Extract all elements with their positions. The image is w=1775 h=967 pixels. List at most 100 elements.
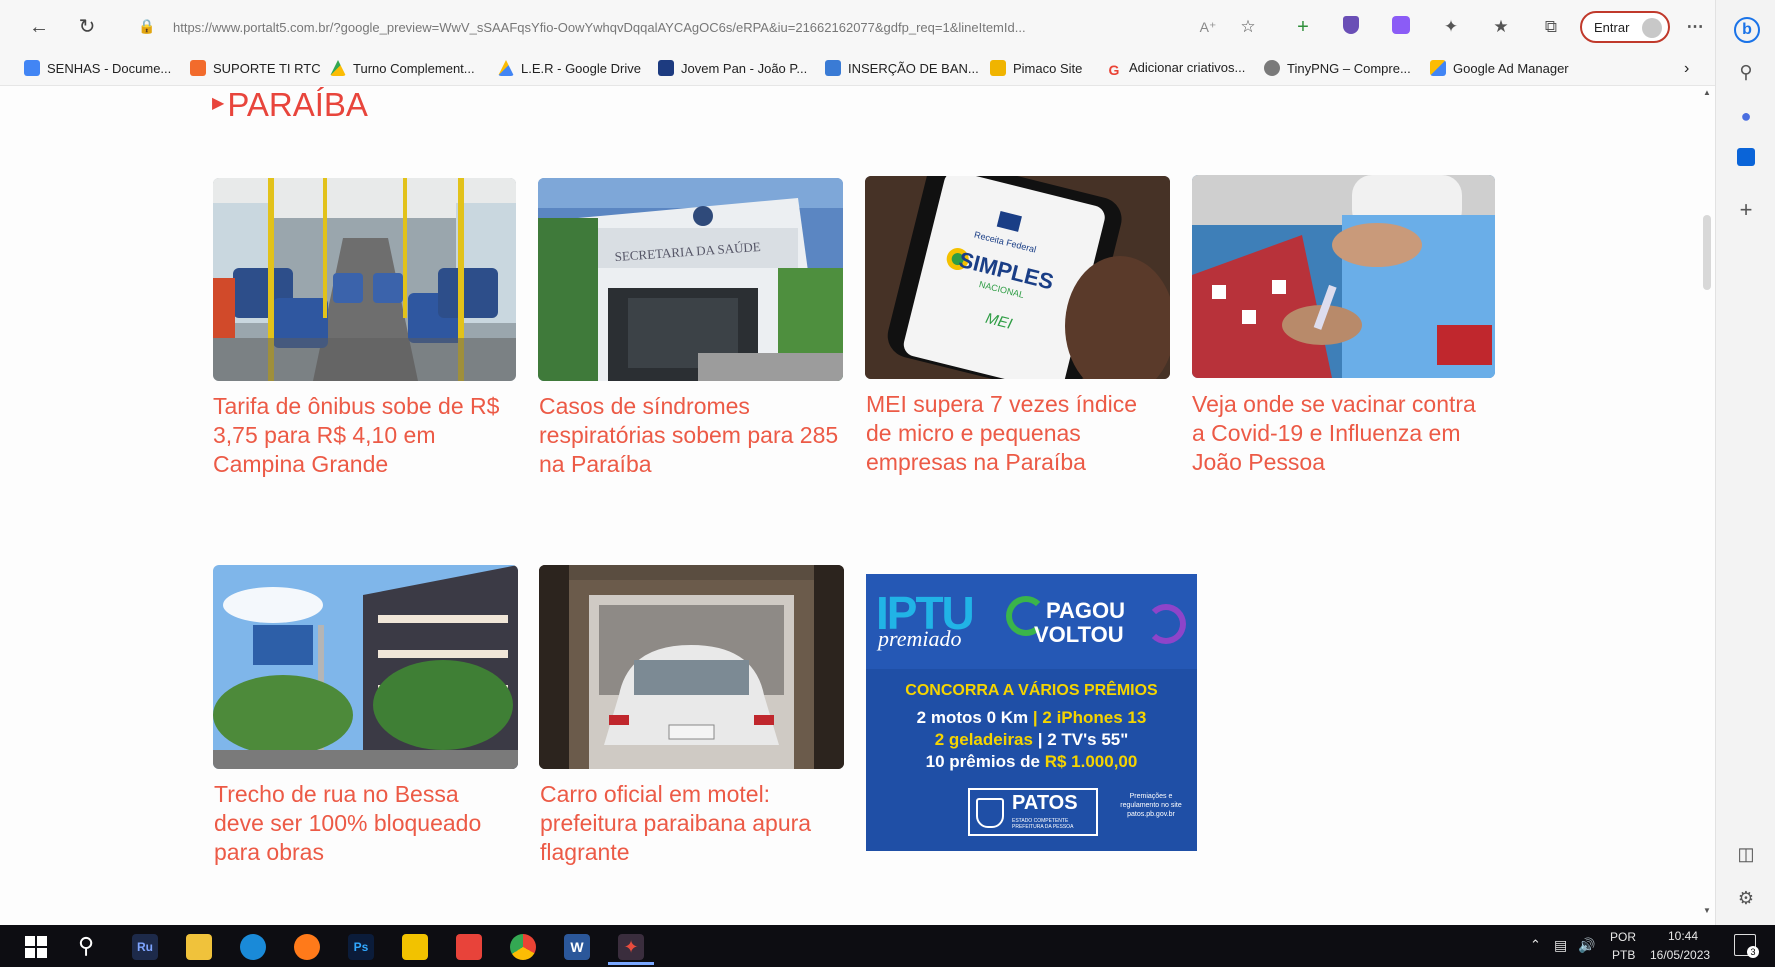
language-code[interactable]: POR (1610, 930, 1636, 944)
taskbar-search-icon[interactable]: ⚲ (78, 933, 94, 959)
edge-browser-icon[interactable] (240, 934, 266, 960)
bookmark-adicionar[interactable]: G Adicionar criativos... (1106, 60, 1246, 80)
purple-arrow-icon (1146, 604, 1186, 644)
ad-city-sub: ESTADO COMPETENTE PREFEITURA DA PESSOA (1012, 818, 1074, 830)
address-bar[interactable]: 🔒 https://www.portalt5.com.br/?google_pr… (128, 12, 1188, 42)
patos-crest-icon (976, 798, 1004, 828)
scrollbar-thumb[interactable] (1703, 215, 1711, 290)
bookmark-senhas[interactable]: SENHAS - Docume... (24, 60, 171, 80)
settings-gear-icon[interactable]: ⚙ (1734, 886, 1758, 910)
docs-icon (24, 60, 40, 76)
bookmark-jovem-pan[interactable]: Jovem Pan - João P... (658, 60, 807, 80)
search-icon[interactable]: ⚲ (1734, 60, 1758, 84)
add-sidebar-app-icon[interactable]: + (1734, 198, 1758, 222)
ad-prize-line-3: 10 prêmios de R$ 1.000,00 (925, 752, 1138, 771)
favorites-icon[interactable]: ★ (1490, 16, 1512, 38)
word-icon[interactable]: W (564, 934, 590, 960)
keyboard-layout[interactable]: PTB (1612, 948, 1635, 962)
more-menu-icon[interactable]: ⋯ (1684, 16, 1706, 38)
news-title-mei[interactable]: MEI supera 7 vezes índice de micro e peq… (866, 390, 1166, 477)
clock-time[interactable]: 10:44 (1668, 929, 1698, 943)
scroll-down-arrow-icon[interactable]: ▼ (1703, 906, 1711, 915)
add-favorite-icon[interactable]: ☆ (1237, 16, 1259, 38)
read-aloud-icon[interactable]: A⁺ (1197, 16, 1219, 38)
file-explorer-icon[interactable] (186, 934, 212, 960)
bookmark-suporte[interactable]: SUPORTE TI RTC (190, 60, 321, 80)
ad-pagou-text: PAGOU (1046, 598, 1126, 623)
show-hidden-icons-chevron-icon[interactable]: ⌃ (1530, 937, 1541, 953)
network-icon[interactable]: ▤ (1554, 937, 1567, 954)
ad-patos-logo-box: PATOS ESTADO COMPETENTE PREFEITURA DA PE… (968, 788, 1098, 836)
vaccination-image (1192, 175, 1495, 378)
sticky-notes-icon[interactable] (402, 934, 428, 960)
pinned-app-icon[interactable]: ✦ (618, 934, 644, 960)
collections-icon[interactable]: ⧉ (1540, 16, 1562, 38)
notification-count-badge: 3 (1747, 946, 1759, 958)
extensions-icon[interactable]: ✦ (1440, 16, 1462, 38)
photoshop-icon[interactable]: Ps (348, 934, 374, 960)
windows-start-icon[interactable] (25, 936, 47, 958)
news-image-mei[interactable]: Receita Federal SIMPLES NACIONAL MEI (865, 176, 1170, 379)
section-title[interactable]: ▶PARAÍBA (212, 86, 368, 124)
car-motel-image (539, 565, 844, 769)
url-text: https://www.portalt5.com.br/?google_prev… (173, 20, 1026, 35)
lock-icon: 🔒 (138, 18, 156, 34)
news-title-health[interactable]: Casos de síndromes respiratórias sobem p… (539, 392, 839, 479)
ad-prize-line-2: 2 geladeiras | 2 TV's 55" (934, 730, 1129, 749)
bookmark-turno[interactable]: Turno Complement... (330, 60, 475, 80)
news-title-bus[interactable]: Tarifa de ônibus sobe de R$ 3,75 para R$… (213, 392, 513, 479)
bookmark-ler[interactable]: L.E.R - Google Drive (498, 60, 641, 80)
firefox-icon[interactable] (294, 934, 320, 960)
phone-simples-image: Receita Federal SIMPLES NACIONAL MEI (865, 176, 1170, 379)
ad-note: Premiações e regulamento no site patos.p… (1120, 793, 1182, 818)
news-title-vaccine[interactable]: Veja onde se vacinar contra a Covid-19 e… (1192, 390, 1492, 477)
scroll-up-arrow-icon[interactable]: ▲ (1703, 88, 1711, 97)
panda-icon (1264, 60, 1280, 76)
iptu-ad-banner[interactable]: IPTU premiado PAGOU VOLTOU CONCORRA A VÁ… (866, 574, 1197, 851)
chrome-icon[interactable] (510, 934, 536, 960)
news-title-street[interactable]: Trecho de rua no Bessa deve ser 100% blo… (214, 780, 514, 867)
ad-prize-line-1: 2 motos 0 Km | 2 iPhones 13 (916, 708, 1147, 727)
ad-voltou-text: VOLTOU (1034, 622, 1124, 647)
page-scrollbar[interactable] (1700, 86, 1714, 925)
site-icon (658, 60, 674, 76)
ad-city-name: PATOS (1012, 792, 1078, 814)
health-building-image: SECRETARIA DA SAÚDE (538, 178, 843, 381)
google-icon: G (1108, 62, 1120, 78)
ad-headline: CONCORRA A VÁRIOS PRÊMIOS (905, 682, 1158, 699)
bookmark-pimaco[interactable]: Pimaco Site (990, 60, 1082, 80)
clock-date[interactable]: 16/05/2023 (1650, 948, 1710, 962)
purple-extension-icon[interactable] (1390, 16, 1412, 38)
bookmark-admanager[interactable]: Google Ad Manager (1430, 60, 1569, 80)
anydesk-icon[interactable] (456, 934, 482, 960)
bing-chat-icon[interactable]: b (1734, 16, 1760, 43)
news-image-car[interactable] (539, 565, 844, 769)
ru-app-icon[interactable]: Ru (132, 934, 158, 960)
sign-in-button[interactable]: Entrar (1580, 11, 1670, 43)
refresh-icon[interactable]: ↻ (76, 16, 98, 38)
back-arrow-icon[interactable]: ← (28, 16, 50, 38)
bookmark-tinypng[interactable]: TinyPNG – Compre... (1264, 60, 1411, 80)
triangle-marker-icon: ▶ (212, 95, 225, 112)
profile-avatar-icon (1642, 18, 1662, 38)
site-icon (990, 60, 1006, 76)
news-image-street[interactable] (213, 565, 518, 769)
news-image-bus[interactable] (213, 178, 516, 381)
shield-extension-icon[interactable] (1340, 16, 1362, 38)
sidebar-toggle-icon[interactable]: ◫ (1734, 842, 1758, 866)
news-image-health[interactable]: SECRETARIA DA SAÚDE (538, 178, 843, 381)
news-image-vaccine[interactable] (1192, 175, 1495, 378)
bookmarks-overflow-chevron-icon[interactable]: › (1684, 60, 1689, 80)
volume-icon[interactable]: 🔊 (1578, 937, 1595, 954)
ad-premiado-text: premiado (878, 626, 962, 651)
bookmark-insercao[interactable]: INSERÇÃO DE BAN... (825, 60, 979, 80)
browser-toolbar: ← ↻ 🔒 https://www.portalt5.com.br/?googl… (0, 0, 1715, 52)
bus-interior-image (213, 178, 516, 381)
notification-center-icon[interactable]: 3 (1734, 934, 1759, 958)
outlook-icon[interactable] (1734, 148, 1758, 172)
edge-sidebar: b ⚲ ● + ◫ ⚙ (1715, 0, 1775, 925)
copilot-icon[interactable]: ● (1734, 104, 1758, 128)
extension-plus-icon[interactable]: + (1292, 16, 1314, 38)
news-title-car[interactable]: Carro oficial em motel: prefeitura parai… (540, 780, 840, 867)
drive-icon (498, 60, 514, 76)
